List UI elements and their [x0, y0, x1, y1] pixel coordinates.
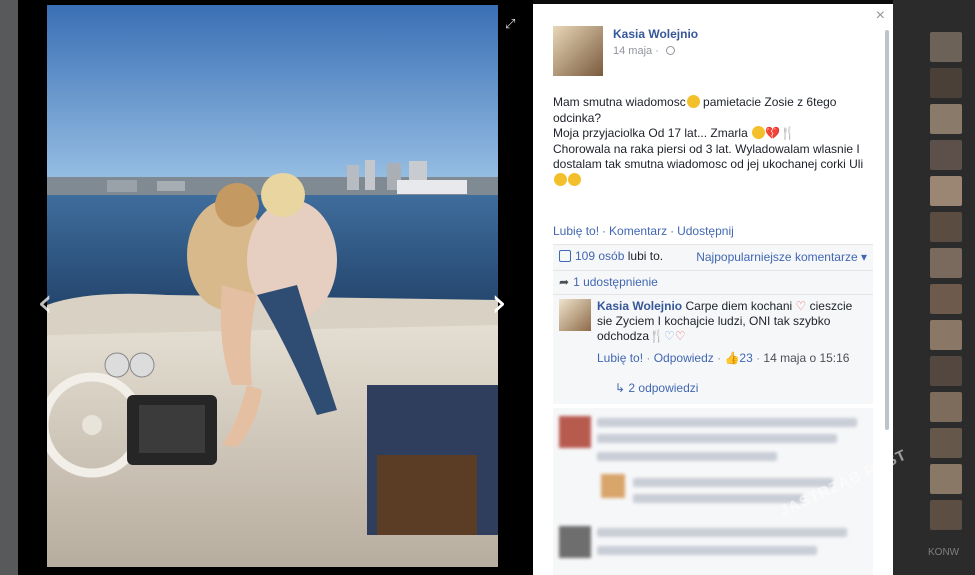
- comment-body: Kasia Wolejnio Carpe diem kochani ♡ cies…: [597, 299, 867, 344]
- next-photo-button[interactable]: ›: [484, 283, 514, 323]
- blurred-text: [633, 494, 803, 503]
- likes-count[interactable]: 109 osób: [575, 249, 624, 263]
- background-page-left: [0, 0, 18, 575]
- heart-icon: ♡: [795, 299, 807, 313]
- blurred-text: [597, 452, 777, 461]
- post-photo: [47, 5, 498, 567]
- post-text-line-2: Moja przyjaciolka Od 17 lat... Zmarla: [553, 126, 752, 140]
- background-label: KONW: [928, 547, 960, 558]
- shares-count[interactable]: 1 udostępnienie: [573, 275, 658, 289]
- crying-emoji-icon: [686, 95, 700, 108]
- background-thumbnail: [930, 320, 962, 350]
- replies-count: 2 odpowiedzi: [628, 381, 699, 395]
- blurred-avatar: [601, 474, 625, 498]
- broken-heart-icon: 💔: [765, 126, 781, 140]
- like-link[interactable]: Lubię to!: [553, 224, 599, 238]
- scrollbar-thumb[interactable]: [885, 30, 889, 430]
- separator: ·: [713, 351, 725, 365]
- comment-like-icon: 👍: [724, 351, 740, 365]
- separator: ·: [752, 351, 764, 365]
- post-text-line-1: Mam smutna wiadomosc: [553, 95, 686, 109]
- comment-like-link[interactable]: Lubię to!: [597, 351, 643, 365]
- heart-icon: ♡: [674, 329, 686, 343]
- share-arrow-icon: ➦: [559, 275, 570, 289]
- background-thumbnail: [930, 140, 962, 170]
- thumbs-up-icon: [559, 250, 571, 262]
- post-date-text: 14 maja ·: [613, 45, 662, 57]
- background-thumbnail: [930, 356, 962, 386]
- previous-photo-button[interactable]: ‹: [30, 283, 60, 323]
- comment-text: Carpe diem kochani: [682, 299, 796, 313]
- globe-icon: [665, 46, 675, 55]
- post-date[interactable]: 14 maja ·: [613, 45, 675, 57]
- comment-reply-link[interactable]: Odpowiedz: [654, 351, 714, 365]
- blue-heart-icon: ♡: [664, 329, 675, 343]
- blurred-text: [597, 418, 857, 427]
- background-thumbnail: [930, 104, 962, 134]
- background-thumbnail: [930, 284, 962, 314]
- author-name[interactable]: Kasia Wolejnio: [613, 27, 698, 41]
- blurred-avatar: [559, 416, 591, 448]
- crying-emoji-icon: [752, 126, 766, 139]
- background-thumbnail: [930, 68, 962, 98]
- background-thumbnail: [930, 248, 962, 278]
- photo-illustration: [47, 5, 498, 567]
- likes-text: lubi to.: [624, 249, 664, 263]
- comment-timestamp[interactable]: 14 maja o 15:16: [763, 351, 849, 365]
- blurred-text: [597, 434, 837, 443]
- likes-summary: 109 osób lubi to. Najpopularniejsze kome…: [553, 244, 873, 270]
- post-actions: Lubię to! · Komentarz · Udostępnij: [553, 224, 734, 238]
- blurred-text: [597, 546, 817, 555]
- close-icon[interactable]: ×: [876, 7, 885, 25]
- fork-knife-icon: 🍴: [780, 126, 795, 140]
- comment-like-count[interactable]: 23: [739, 351, 752, 365]
- background-thumbnail: [930, 176, 962, 206]
- view-replies-link[interactable]: ↳ 2 odpowiedzi: [615, 381, 698, 395]
- blurred-text: [633, 478, 833, 487]
- shares-summary[interactable]: ➦ 1 udostępnienie: [553, 270, 873, 294]
- reply-arrow-icon: ↳: [615, 381, 629, 395]
- share-link[interactable]: Udostępnij: [677, 224, 734, 238]
- post-text: Mam smutna wiadomosc pamietacie Zosie z …: [553, 95, 878, 188]
- author-avatar[interactable]: [553, 26, 603, 76]
- comment-avatar[interactable]: [559, 299, 591, 331]
- comment-author[interactable]: Kasia Wolejnio: [597, 299, 682, 313]
- comment-sort-dropdown[interactable]: Najpopularniejsze komentarze ▾: [696, 250, 867, 264]
- crying-emoji-icon: [554, 172, 567, 186]
- separator: ·: [670, 224, 675, 238]
- background-thumbnail: [930, 32, 962, 62]
- comment: Kasia Wolejnio Carpe diem kochani ♡ cies…: [553, 294, 873, 404]
- separator: ·: [602, 224, 607, 238]
- blurred-avatar: [559, 526, 591, 558]
- separator: ·: [643, 351, 654, 365]
- post-text-line-3: Chorowala na raka piersi od 3 lat. Wylad…: [553, 141, 864, 172]
- crying-emoji-icon: [568, 172, 581, 186]
- expand-icon[interactable]: ⤢: [505, 16, 515, 32]
- background-thumbnail: [930, 392, 962, 422]
- comment-meta: Lubię to! · Odpowiedz · 👍23 · 14 maja o …: [597, 351, 849, 365]
- comment-link[interactable]: Komentarz: [609, 224, 667, 238]
- fork-knife-icon: 🍴: [649, 329, 664, 343]
- background-thumbnail: [930, 212, 962, 242]
